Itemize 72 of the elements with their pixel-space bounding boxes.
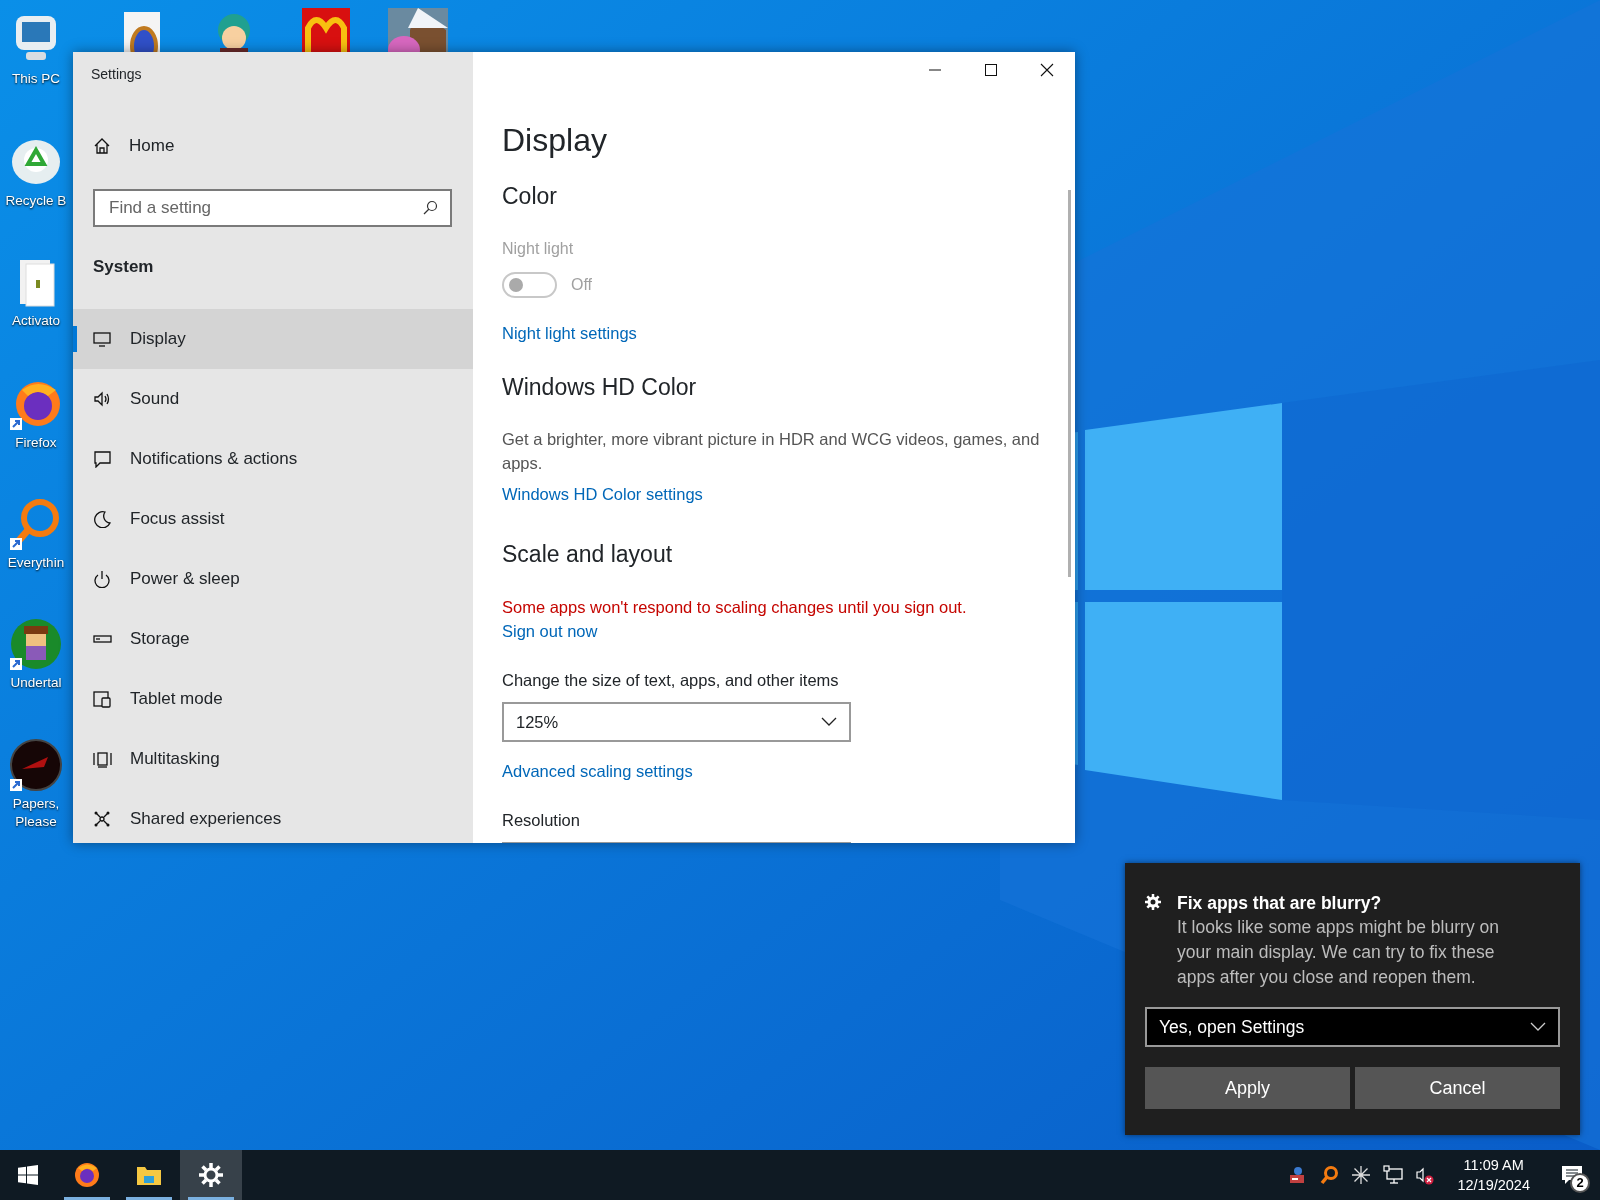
sparkle-icon[interactable] [1351,1165,1372,1185]
nav-item[interactable]: Tablet mode [73,668,473,729]
nav-item[interactable]: Multitasking [73,728,473,789]
gear-icon [1145,894,1161,910]
monitor-icon [93,329,112,348]
page-title: Display [502,121,608,160]
chevron-down-icon [1530,1022,1546,1032]
link[interactable]: Advanced scaling settings [502,760,693,782]
toggle-state: Off [571,275,593,295]
nav-item[interactable]: Storage [73,608,473,669]
icon-label[interactable]: Recycle B [5,192,67,210]
icon-label[interactable]: Undertal [10,674,62,692]
action-button[interactable]: Apply [1145,1067,1350,1109]
message-icon [93,449,112,468]
section-heading: System [93,255,155,278]
close-icon[interactable] [1039,62,1055,78]
home-icon [93,136,111,155]
field-label: Change the size of text, apps, and other items [502,670,840,691]
notification-title: Fix apps that are blurry? [1177,892,1383,915]
browser-icon[interactable] [73,1161,101,1189]
dropdown[interactable]: Yes, open Settings [1145,1007,1560,1047]
monitor-icon[interactable] [1383,1165,1404,1185]
field-label: Resolution [502,810,581,831]
setting-label: Night light [502,239,575,259]
muted-speaker-icon[interactable] [1415,1165,1436,1185]
link[interactable]: Night light settings [502,322,637,344]
multitasking-icon [93,749,112,768]
icon-label[interactable]: Activato [12,312,60,330]
character-icon[interactable] [8,616,64,672]
nav-item[interactable]: Power & sleep [73,548,473,609]
count-badge: 2 [1570,1173,1590,1193]
time-text[interactable]: 11:09 AM [1457,1155,1530,1175]
gear-icon[interactable] [197,1161,225,1189]
date-text[interactable]: 12/19/2024 [1457,1175,1530,1195]
link[interactable]: Windows HD Color settings [502,483,703,505]
speaker-icon [93,389,112,408]
taskbar-app[interactable] [180,1150,242,1200]
section-heading: Scale and layout [502,540,674,569]
magnifier-icon[interactable] [1319,1165,1340,1185]
action-button[interactable]: Cancel [1355,1067,1560,1109]
home-link[interactable]: Home [93,133,473,159]
icon-label[interactable]: Firefox [15,434,57,452]
nav-item[interactable]: Sound [73,368,473,429]
house-icon[interactable] [388,8,448,52]
search-icon[interactable] [422,199,438,216]
nav-item[interactable]: Shared experiences [73,788,473,843]
nav-item[interactable]: Focus assist [73,488,473,549]
network-icon [93,809,112,828]
warning-text: Some apps won't respond to scaling changes until you sign out. [502,597,968,618]
maximize-icon[interactable] [983,62,999,78]
notification-text: It looks like some apps might be blurry on your main display. We can try to fix these apps after you close and reopen them. [1177,916,1500,989]
search-box[interactable]: Find a setting [93,188,452,227]
icon-label[interactable]: This PC [12,70,60,88]
icon-label[interactable]: Everythin [7,554,65,572]
circle-icon[interactable] [8,737,64,793]
section-heading: Windows HD Color [502,373,698,402]
power-icon [93,569,112,588]
section-heading: Color [502,182,558,211]
windows-icon [18,1165,38,1185]
scrollbar[interactable] [1068,190,1071,577]
moon-icon [93,509,112,528]
dropdown[interactable]: 125% [502,702,851,742]
nav-item[interactable]: Display [73,308,473,369]
nav-item[interactable]: Notifications & actions [73,428,473,489]
tablet-icon [93,689,112,708]
icon-label[interactable]: Papers, Please [6,795,66,831]
chevron-down-icon [821,717,837,727]
window-title: Settings [90,65,143,84]
search-field[interactable]: Find a setting [107,192,422,223]
link[interactable]: Sign out now [502,620,598,642]
notification-button[interactable]: 2 [1552,1155,1592,1195]
description-text: Get a brighter, more vibrant picture in HDR and WCG videos, games, and apps. [502,429,1041,474]
